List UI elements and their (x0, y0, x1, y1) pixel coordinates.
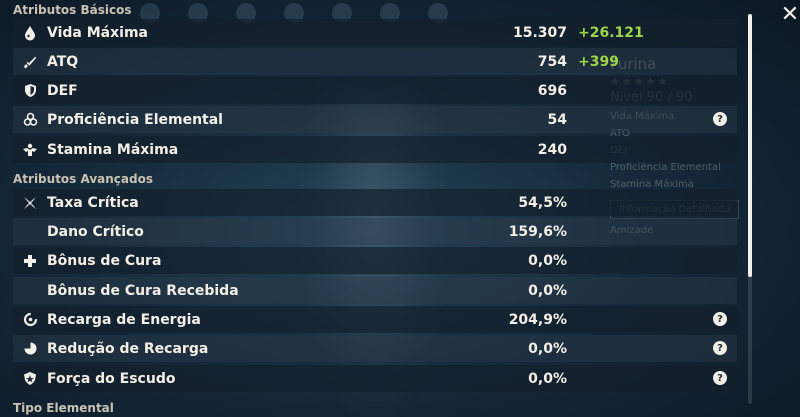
stat-row-crit-rate: Taxa Crítica 54,5% (13, 189, 737, 216)
stat-row-shield-strength: Força do Escudo 0,0% ? (13, 365, 737, 392)
stamina-icon (13, 143, 47, 157)
stat-value: 754 (537, 53, 567, 70)
stat-row-incoming-healing: Bônus de Cura Recebida 0,0% (13, 277, 737, 304)
stat-label: Vida Máxima (47, 24, 148, 41)
shield-icon (13, 83, 47, 98)
stat-label: Bônus de Cura Recebida (47, 282, 239, 299)
stat-label: Dano Crítico (47, 223, 144, 240)
stat-value: 0,0% (528, 370, 567, 387)
shield-strength-icon (13, 371, 47, 386)
cd-reduction-icon (13, 341, 47, 356)
attributes-panel: Atributos Básicos Vida Máxima 15.307 +26… (0, 0, 740, 417)
healing-cross-icon (13, 254, 47, 268)
energy-recharge-icon (13, 312, 47, 327)
stat-label: Stamina Máxima (47, 141, 179, 158)
stat-label: DEF (47, 82, 78, 99)
help-icon[interactable]: ? (713, 341, 727, 355)
stat-label: Redução de Recarga (47, 340, 209, 357)
section-header-advanced: Atributos Avançados (13, 172, 153, 186)
stat-row-elemental-mastery: Proficiência Elemental 54 ? (13, 106, 737, 133)
water-drop-icon (13, 25, 47, 41)
stat-label: Bônus de Cura (47, 252, 162, 269)
stat-row-healing-bonus: Bônus de Cura 0,0% (13, 247, 737, 274)
stat-value: 159,6% (508, 223, 567, 240)
stat-value: 696 (537, 82, 567, 99)
stat-label: Força do Escudo (47, 370, 176, 387)
stat-label: Taxa Crítica (47, 194, 139, 211)
scrollbar-thumb[interactable] (748, 14, 752, 277)
stat-row-energy-recharge: Recarga de Energia 204,9% ? (13, 306, 737, 333)
stat-value: 0,0% (528, 340, 567, 357)
stat-label: Recarga de Energia (47, 311, 201, 328)
stat-value: 54,5% (518, 194, 567, 211)
stat-value: 15.307 (512, 24, 567, 41)
stat-row-stamina: Stamina Máxima 240 (13, 136, 737, 163)
sword-icon (13, 55, 47, 69)
help-icon[interactable]: ? (713, 312, 727, 326)
stat-value: 0,0% (528, 252, 567, 269)
elemental-mastery-icon (13, 112, 47, 127)
stat-label: ATQ (47, 53, 79, 70)
help-icon[interactable]: ? (713, 371, 727, 385)
stat-value: 54 (547, 111, 567, 128)
crit-rate-icon (13, 196, 47, 210)
stat-row-hp: Vida Máxima 15.307 +26.121 (13, 19, 737, 46)
stat-row-def: DEF 696 (13, 77, 737, 104)
stat-label: Proficiência Elemental (47, 111, 223, 128)
stat-bonus: +399 (578, 53, 619, 70)
stat-value: 0,0% (528, 282, 567, 299)
section-header-basic: Atributos Básicos (13, 3, 132, 17)
close-icon[interactable]: ✕ (779, 4, 800, 26)
section-header-elemental: Tipo Elemental (13, 401, 114, 415)
stat-value: 240 (537, 141, 567, 158)
stat-row-crit-dmg: Dano Crítico 159,6% (13, 218, 737, 245)
stat-bonus: +26.121 (578, 24, 644, 41)
stat-value: 204,9% (508, 311, 567, 328)
stat-row-cd-reduction: Redução de Recarga 0,0% ? (13, 335, 737, 362)
stat-row-atk: ATQ 754 +399 (13, 48, 737, 75)
help-icon[interactable]: ? (713, 112, 727, 126)
